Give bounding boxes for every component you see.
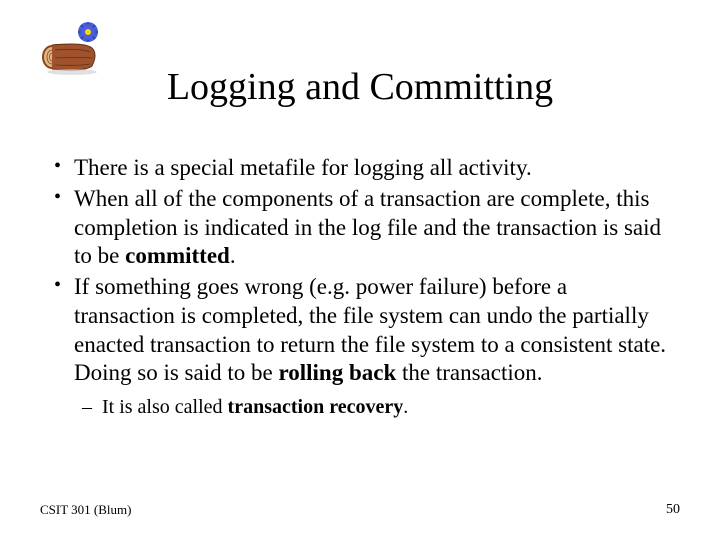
bold-term: committed [125,243,230,268]
log-icon [40,20,110,75]
sub-bullet-text: It is also called [102,396,228,418]
sub-bullet-item: It is also called transaction recovery. [50,394,670,420]
log-clipart-icon [40,20,110,75]
bullet-text: the transaction. [396,360,542,385]
bullet-item: There is a special metafile for logging … [50,154,670,183]
slide-content: There is a special metafile for logging … [40,154,680,420]
slide-container: Logging and Committing There is a specia… [0,0,720,540]
bullet-list: There is a special metafile for logging … [50,154,670,388]
bullet-item: When all of the components of a transact… [50,185,670,271]
sub-bullet-text: . [403,396,408,418]
bold-term: transaction recovery [228,396,404,418]
bullet-text: . [230,243,236,268]
slide-title: Logging and Committing [40,65,680,109]
footer-course: CSIT 301 (Blum) [40,502,132,518]
bold-term: rolling back [278,360,396,385]
footer-page-number: 50 [666,502,680,518]
bullet-item: If something goes wrong (e.g. power fail… [50,273,670,388]
